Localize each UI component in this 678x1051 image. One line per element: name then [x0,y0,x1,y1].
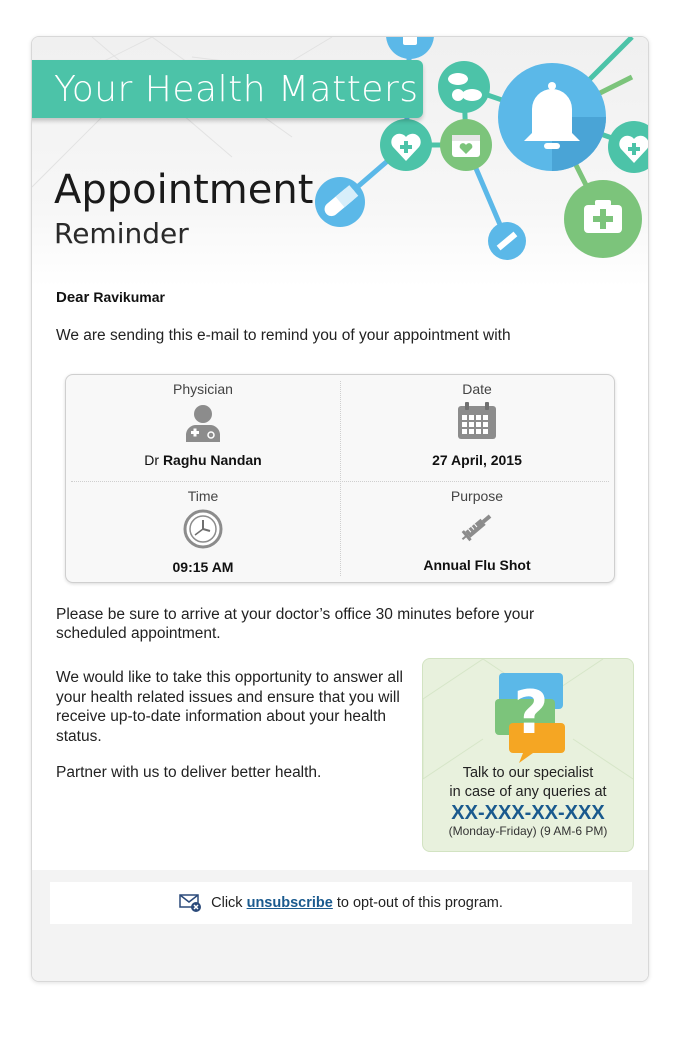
first-aid-icon [564,180,642,258]
syringe-icon [461,514,492,542]
intro-text: We are sending this e-mail to remind you… [56,327,511,344]
calendar-grid-icon [458,402,496,439]
time-label: Time [187,488,219,504]
syringe-node-icon [488,222,526,260]
clock-icon [183,509,223,549]
physician-prefix: Dr [144,452,160,468]
pills-icon [438,61,490,113]
partner-text: Partner with us to deliver better health… [56,764,322,781]
capsule-icon [315,177,365,227]
unsubscribe-prefix: Click [211,895,243,911]
top-node-icon [386,37,434,59]
purpose-value: Annual Flu Shot [423,557,531,573]
time-cell: Time 09:15 AM [66,488,340,575]
calendar-icon [440,119,492,171]
row-divider [71,481,609,482]
purpose-cell: Purpose Annual Flu Shot [340,488,614,573]
banner-ribbon: Your Health Matters [32,60,423,118]
purpose-label: Purpose [450,488,504,504]
specialist-line2: in case of any queries at [449,784,607,800]
page-title: Appointment [54,167,314,213]
time-value: 09:15 AM [172,559,234,575]
bell-icon [498,63,606,171]
physician-cell: Physician Dr Raghu Nandan [66,381,340,468]
physician-label: Physician [173,381,233,397]
physician-name: Dr Raghu Nandan [66,452,340,468]
svg-text:?: ? [514,678,549,748]
question-bubble-icon: ? [495,673,565,763]
specialist-hours: (Monday-Friday) (9 AM-6 PM) [448,824,608,838]
hero-header: Your Health Matters Appointment Reminder [32,37,648,287]
date-cell: Date 27 April, 2015 [340,381,614,468]
specialist-box: ? Talk to our specialist in case of any … [422,658,634,852]
arrival-note: Please be sure to arrive at your doctor’… [56,606,535,642]
greeting: Dear Ravikumar [56,289,165,306]
specialist-phone[interactable]: XX-XXX-XX-XXX [423,802,633,825]
heart-icon [380,119,432,171]
date-label: Date [462,381,492,397]
physician-name-text: Raghu Nandan [162,452,262,468]
date-value: 27 April, 2015 [432,452,522,468]
doctor-icon [186,405,220,442]
specialist-line1: Talk to our specialist [462,765,594,781]
heart-plus-icon [608,121,648,173]
appointment-details-box: Physician Dr Raghu Nandan Date 27 April,… [65,374,615,583]
unsubscribe-link[interactable]: unsubscribe [247,895,333,911]
opportunity-text: We would like to take this opportunity t… [56,669,403,745]
mail-unsubscribe-icon [179,894,202,913]
unsubscribe-bar: Click unsubscribe to opt-out of this pro… [50,882,632,924]
unsubscribe-suffix: to opt-out of this program. [336,895,503,911]
greeting-name: Ravikumar [93,289,165,305]
greeting-salutation: Dear [56,289,90,306]
banner-title: Your Health Matters [54,69,419,110]
email-card: Your Health Matters Appointment Reminder… [31,36,649,982]
page-subtitle: Reminder [54,217,189,250]
